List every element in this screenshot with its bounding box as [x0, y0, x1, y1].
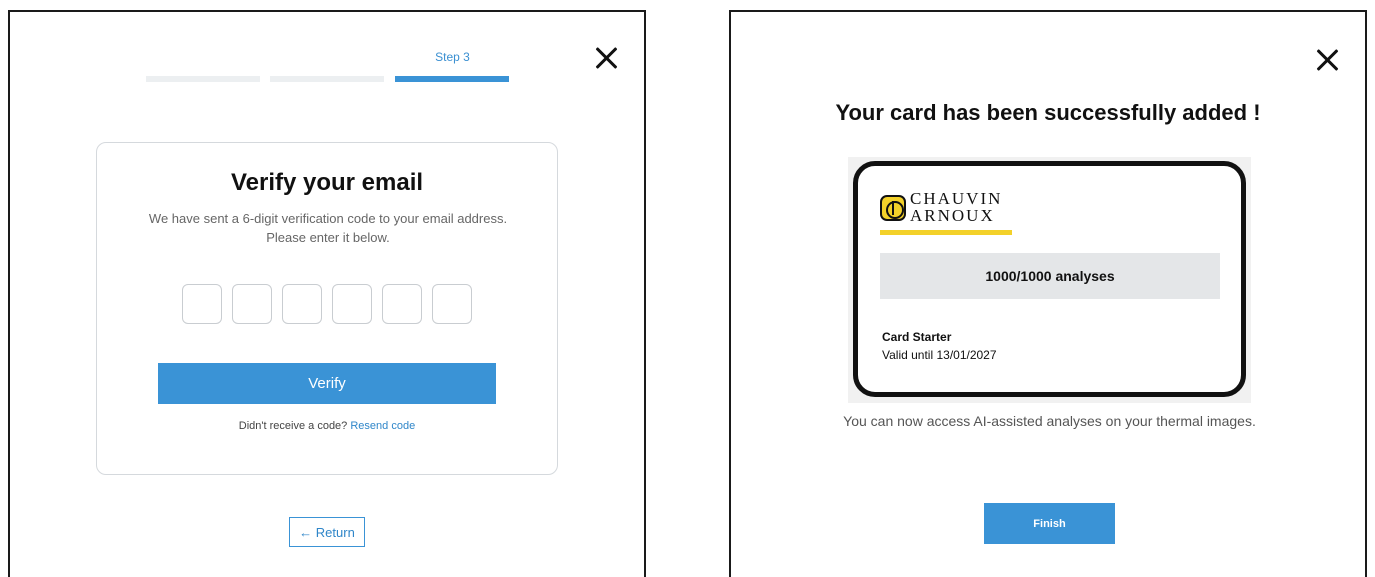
chauvin-arnoux-logo-icon	[880, 195, 906, 221]
close-icon[interactable]	[1314, 46, 1342, 74]
card-preview-frame: CHAUVIN ARNOUX 1000/1000 analyses Card S…	[848, 157, 1251, 403]
code-digit-4-input[interactable]	[332, 284, 372, 324]
step-3-bar	[395, 76, 509, 82]
code-digit-3-input[interactable]	[282, 284, 322, 324]
code-digit-5-input[interactable]	[382, 284, 422, 324]
step-2-bar	[270, 76, 384, 82]
analyses-count: 1000/1000 analyses	[880, 253, 1220, 299]
code-digit-6-input[interactable]	[432, 284, 472, 324]
success-title: Your card has been successfully added !	[835, 100, 1261, 125]
card-name: Card Starter	[882, 330, 952, 344]
verify-email-dialog: Step 3 Verify your email We have sent a …	[8, 10, 646, 577]
step-label: Step 3	[435, 50, 470, 64]
brand-logo: CHAUVIN ARNOUX	[880, 188, 1020, 238]
resend-code-link[interactable]: Resend code	[350, 420, 415, 432]
return-button[interactable]: ← Return	[289, 517, 365, 547]
step-1-bar	[146, 76, 260, 82]
brand-underline	[880, 230, 1012, 235]
page-title: Verify your email	[230, 169, 424, 196]
success-description: You can now access AI-assisted analyses …	[843, 413, 1256, 429]
close-icon[interactable]	[593, 44, 621, 72]
brand-name-line2: ARNOUX	[910, 206, 995, 225]
finish-button[interactable]: Finish	[984, 503, 1115, 544]
analysis-card: CHAUVIN ARNOUX 1000/1000 analyses Card S…	[853, 161, 1246, 397]
resend-prompt: Didn't receive a code?	[238, 420, 348, 432]
card-added-dialog: Your card has been successfully added ! …	[729, 10, 1367, 577]
code-digit-1-input[interactable]	[182, 284, 222, 324]
verification-description: We have sent a 6-digit verification code…	[148, 211, 508, 245]
verification-card: Verify your email We have sent a 6-digit…	[96, 142, 558, 475]
code-digit-2-input[interactable]	[232, 284, 272, 324]
card-validity: Valid until 13/01/2027	[882, 348, 997, 362]
verify-button[interactable]: Verify	[158, 363, 496, 404]
resend-row: Didn't receive a code? Resend code	[97, 420, 557, 432]
